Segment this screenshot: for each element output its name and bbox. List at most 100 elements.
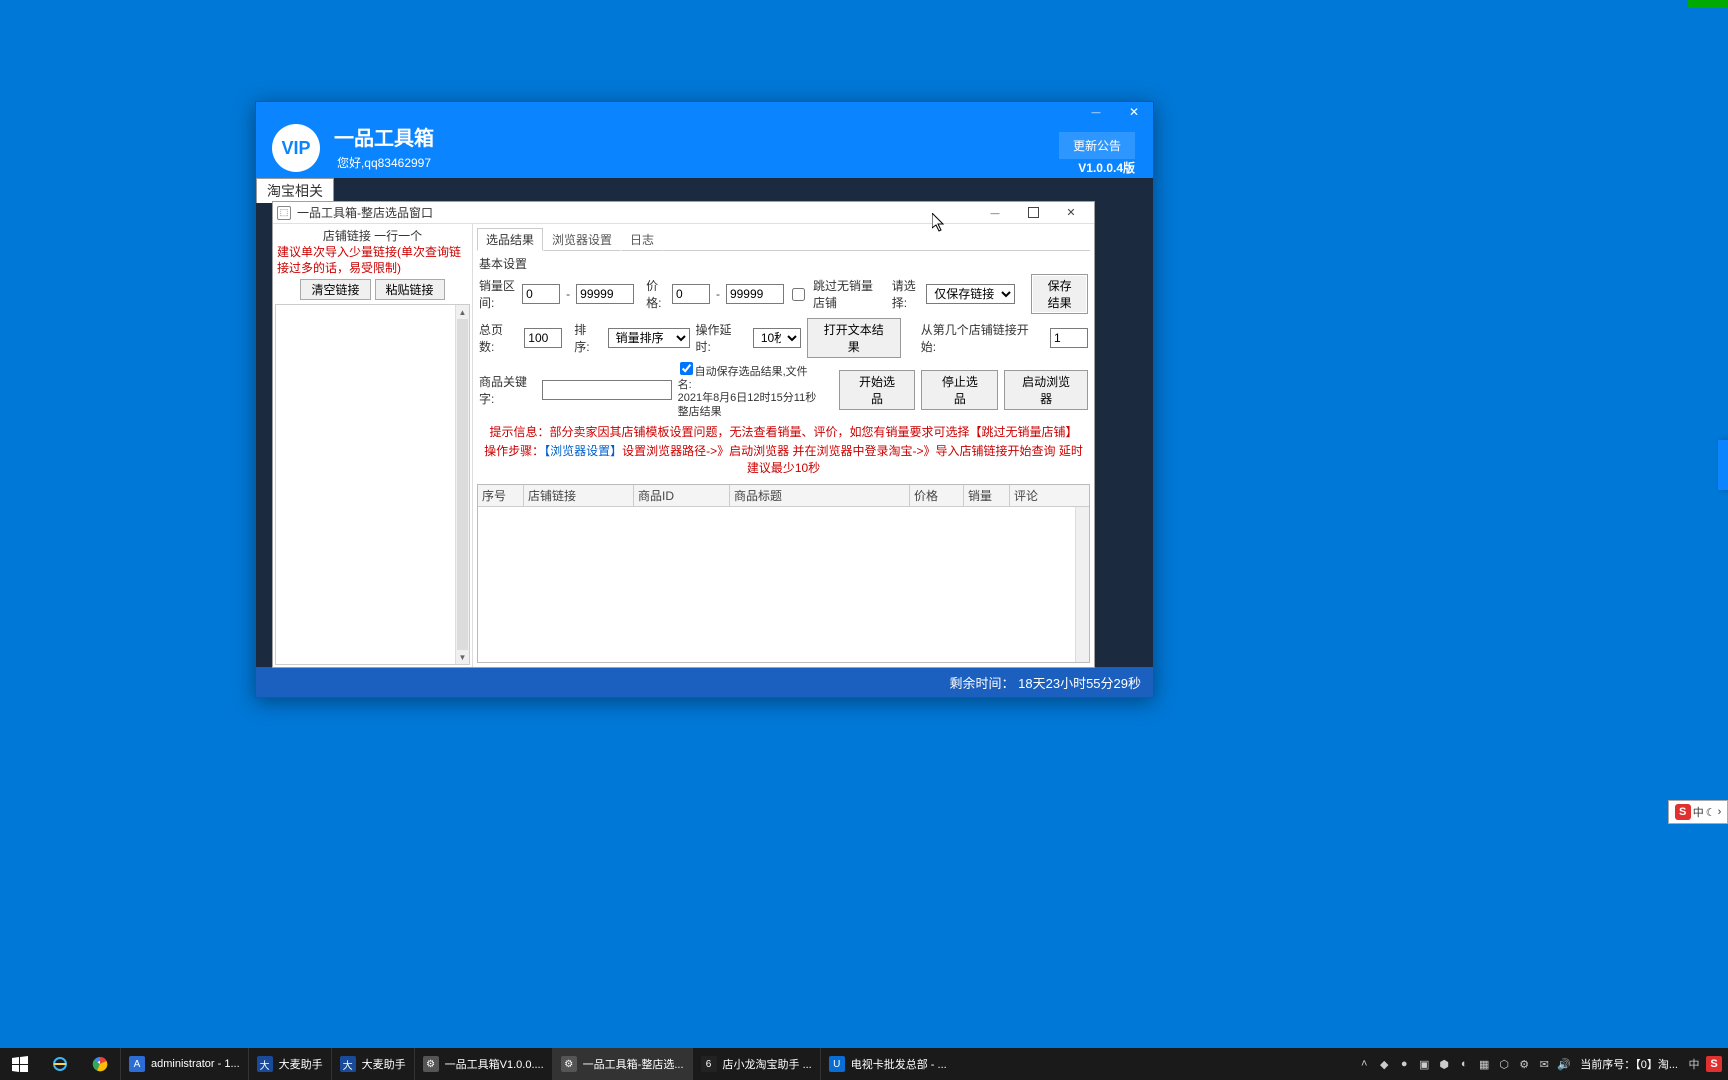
tab-browser-settings[interactable]: 浏览器设置 [543, 228, 621, 251]
scroll-down-icon[interactable]: ▼ [456, 650, 469, 664]
taskbar[interactable]: Aadministrator - 1... 大大麦助手 大大麦助手 ⚙一品工具箱… [0, 1048, 1728, 1080]
child-minimize-button[interactable] [976, 203, 1014, 223]
clear-links-button[interactable]: 清空链接 [300, 279, 370, 300]
sales-min-input[interactable] [522, 284, 560, 304]
basic-settings-label: 基本设置 [479, 255, 1088, 272]
start-picking-button[interactable]: 开始选品 [839, 370, 916, 410]
background-window-edge[interactable] [1718, 440, 1728, 490]
sales-range-label: 销量区间: [479, 277, 516, 311]
tray-icon[interactable]: ⬢ [1436, 1056, 1452, 1072]
tray-icon[interactable]: ◐ [1456, 1056, 1472, 1072]
tray-icon[interactable]: 🔊 [1556, 1056, 1572, 1072]
app-icon: A [129, 1056, 145, 1072]
system-menu-icon[interactable]: ⬚ [277, 206, 291, 220]
taskbar-item[interactable]: ⚙ 一品工具箱V1.0.0.... [414, 1048, 552, 1080]
paste-links-button[interactable]: 粘贴链接 [375, 279, 445, 300]
app-icon: 6 [701, 1056, 717, 1072]
gear-icon: ⚙ [423, 1056, 439, 1072]
keyword-input[interactable] [542, 380, 672, 400]
gear-icon: ⚙ [561, 1056, 577, 1072]
tray-icon[interactable]: ⬡ [1496, 1056, 1512, 1072]
windows-icon [12, 1056, 28, 1072]
parent-close-button[interactable] [1115, 102, 1153, 122]
remaining-time: 剩余时间： 18天23小时55分29秒 [950, 673, 1141, 692]
ie-button[interactable] [40, 1048, 80, 1080]
taskbar-item[interactable]: 6店小龙淘宝助手 ... [692, 1048, 820, 1080]
table-scrollbar[interactable] [1075, 507, 1089, 662]
price-max-input[interactable] [726, 284, 784, 304]
result-table[interactable]: 序号 店铺链接 商品ID 商品标题 价格 销量 评论 [477, 484, 1090, 663]
child-maximize-button[interactable] [1014, 203, 1052, 223]
links-scrollbar[interactable]: ▲ ▼ [455, 305, 469, 664]
ime-indicator[interactable]: 中 [1686, 1056, 1702, 1072]
start-index-label: 从第几个店铺链接开始: [921, 321, 1044, 355]
sort-label: 排序: [574, 321, 601, 355]
autosave-checkbox[interactable] [680, 362, 693, 375]
tray-icon[interactable]: ● [1396, 1056, 1412, 1072]
taskbar-item[interactable]: U电视卡批发总部 - ... [820, 1048, 955, 1080]
chrome-icon [92, 1056, 108, 1072]
tab-results[interactable]: 选品结果 [477, 228, 543, 251]
scroll-up-icon[interactable]: ▲ [456, 305, 469, 319]
tab-log[interactable]: 日志 [621, 228, 663, 251]
link-import-note: 建议单次导入少量链接(单次查询链接过多的话，易受限制) [277, 245, 468, 276]
total-pages-input[interactable] [524, 328, 562, 348]
tray-icon[interactable]: ✉ [1536, 1056, 1552, 1072]
right-pane: 选品结果 浏览器设置 日志 基本设置 销量区间: - 价格: [473, 224, 1094, 667]
sort-select[interactable]: 销量排序 [608, 328, 690, 348]
launch-browser-button[interactable]: 启动浏览器 [1004, 370, 1088, 410]
sales-max-input[interactable] [576, 284, 634, 304]
tray-icon[interactable]: ▣ [1416, 1056, 1432, 1072]
price-min-input[interactable] [672, 284, 710, 304]
autosave-label: 自动保存选品结果,文件名: [678, 366, 808, 391]
app-icon: 大 [257, 1056, 273, 1072]
save-mode-select[interactable]: 仅保存链接 [926, 284, 1015, 304]
chrome-button[interactable] [80, 1048, 120, 1080]
total-pages-label: 总页数: [479, 321, 518, 355]
stop-picking-button[interactable]: 停止选品 [921, 370, 998, 410]
open-text-result-button[interactable]: 打开文本结果 [807, 318, 901, 358]
taskbar-item[interactable]: 大大麦助手 [331, 1048, 414, 1080]
col-comments: 评论 [1010, 485, 1089, 506]
save-result-button[interactable]: 保存结果 [1031, 274, 1088, 314]
taskbar-item-label: 一品工具箱V1.0.0.... [445, 1056, 544, 1072]
seller-template-hint: 提示信息：部分卖家因其店铺模板设置问题，无法查看销量、评价，如您有销量要求可选择… [479, 421, 1088, 442]
taskbar-item-label: 大麦助手 [279, 1056, 323, 1072]
tab-taobao[interactable]: 淘宝相关 [256, 178, 334, 203]
ime-floating-panel[interactable]: S 中 ☾ › [1668, 800, 1728, 824]
main-app-window: VIP 一品工具箱 您好,qq83462997 更新公告 V1.0.0.4版 淘… [255, 101, 1154, 698]
taskbar-item-active[interactable]: ⚙ 一品工具箱-整店选... [552, 1048, 692, 1080]
delay-select[interactable]: 10秒 [753, 328, 801, 348]
price-label: 价格: [646, 277, 666, 311]
left-pane: 店铺链接 一行一个 建议单次导入少量链接(单次查询链接过多的话，易受限制) 清空… [273, 224, 473, 667]
parent-titlebar[interactable] [256, 102, 1153, 122]
taskbar-item-label: 大麦助手 [362, 1056, 406, 1072]
col-price: 价格 [910, 485, 964, 506]
skip-no-sales-label: 跳过无销量店铺 [813, 277, 874, 311]
delay-label: 操作延时: [696, 321, 747, 355]
taskbar-item[interactable]: Aadministrator - 1... [120, 1048, 248, 1080]
taskbar-item-label: 一品工具箱-整店选... [583, 1056, 684, 1072]
skip-no-sales-checkbox[interactable] [792, 288, 805, 301]
taskbar-item-label: administrator - 1... [151, 1058, 240, 1070]
desktop-activity-indicator [1688, 0, 1728, 8]
links-textarea[interactable]: 人 人 人 主 1 拼 淘 ▲ [275, 304, 470, 665]
sogou-tray-icon[interactable]: S [1706, 1056, 1722, 1072]
autosave-filename: 2021年8月6日12时15分11秒整店结果 [678, 392, 821, 418]
chevron-right-icon: › [1718, 806, 1722, 818]
tray-icon[interactable]: ▦ [1476, 1056, 1492, 1072]
app-title: 一品工具箱 [334, 122, 434, 151]
app-icon: U [829, 1056, 845, 1072]
tray-icon[interactable]: ◆ [1376, 1056, 1392, 1072]
tray-up-icon[interactable]: ˄ [1356, 1056, 1372, 1072]
shop-link-label: 店铺链接 一行一个 [277, 226, 468, 245]
system-tray[interactable]: ˄ ◆ ● ▣ ⬢ ◐ ▦ ⬡ ⚙ ✉ 🔊 当前序号：【0】淘... 中 S [1350, 1056, 1728, 1072]
child-close-button[interactable] [1052, 203, 1090, 223]
tray-icon[interactable]: ⚙ [1516, 1056, 1532, 1072]
update-announcement-button[interactable]: 更新公告 [1059, 132, 1135, 159]
child-titlebar[interactable]: ⬚ 一品工具箱-整店选品窗口 [273, 202, 1094, 224]
start-index-input[interactable] [1050, 328, 1088, 348]
start-button[interactable] [0, 1048, 40, 1080]
taskbar-item[interactable]: 大大麦助手 [248, 1048, 331, 1080]
parent-minimize-button[interactable] [1077, 102, 1115, 122]
